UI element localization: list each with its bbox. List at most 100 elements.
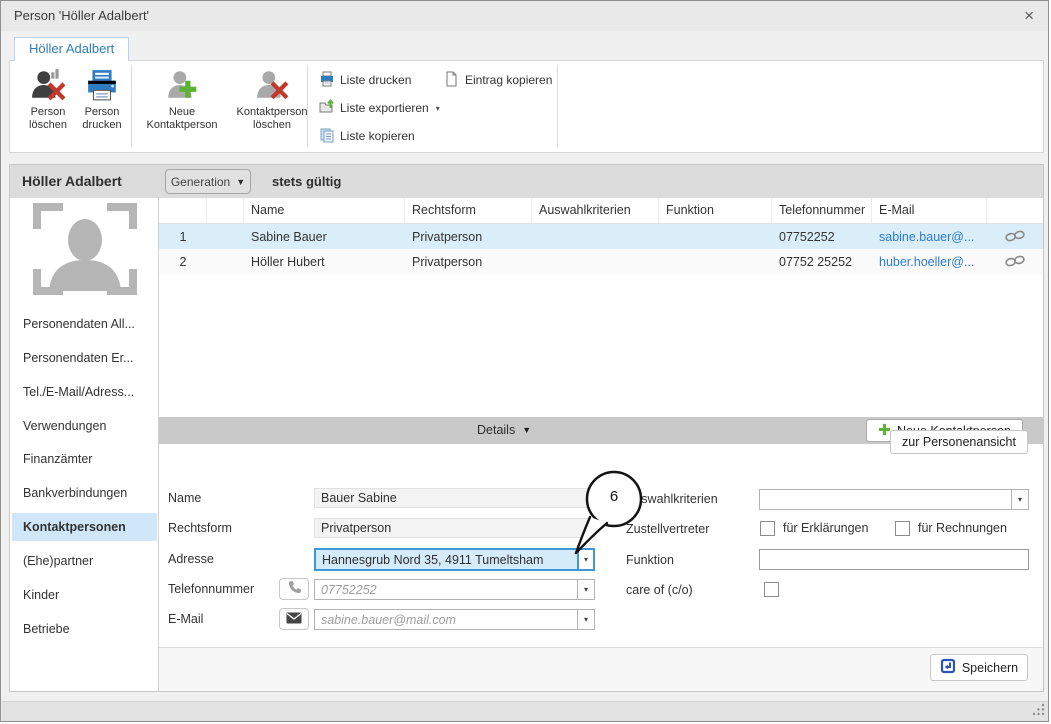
email-button[interactable]: [279, 608, 309, 630]
sidebar: Personendaten All... Personendaten Er...…: [10, 198, 159, 691]
liste-drucken-label: Liste drucken: [340, 73, 411, 87]
liste-drucken-button[interactable]: Liste drucken: [319, 69, 411, 91]
neue-kontaktperson-toolbar-label: Neue Kontaktperson: [141, 106, 223, 132]
content-area: Name Rechtsform Auswahlkriterien Funktio…: [159, 198, 1043, 691]
funktion-input[interactable]: [759, 549, 1029, 570]
column-header-email[interactable]: E-Mail: [872, 198, 987, 223]
person-loeschen-label: Person löschen: [22, 106, 74, 132]
fuer-erklaerungen-label: für Erklärungen: [783, 520, 868, 537]
zur-personenansicht-button[interactable]: zur Personenansicht: [890, 430, 1028, 454]
adresse-dropdown-button[interactable]: ▾: [577, 548, 595, 571]
adresse-input[interactable]: [314, 548, 577, 571]
sidebar-item-kontaktpersonen[interactable]: Kontaktpersonen: [12, 513, 157, 541]
close-icon[interactable]: ×: [1024, 4, 1034, 28]
adresse-label: Adresse: [168, 549, 214, 570]
table-row[interactable]: 1 Sabine Bauer Privatperson 07752252 sab…: [159, 224, 1043, 249]
person-drucken-label: Person drucken: [76, 106, 128, 132]
sidebar-item-personendaten-allgemein[interactable]: Personendaten All...: [12, 310, 157, 338]
copy-icon: [319, 127, 335, 146]
toolbar-separator: [557, 65, 558, 147]
cell-rechtsform: Privatperson: [405, 255, 532, 269]
funktion-label: Funktion: [626, 550, 674, 571]
sidebar-item-personendaten-erweitert[interactable]: Personendaten Er...: [12, 344, 157, 372]
record-header: Höller Adalbert Generation ▼ stets gülti…: [10, 165, 1043, 198]
auswahlkriterien-label: Auswahlkriterien: [626, 489, 718, 510]
telefonnummer-input[interactable]: [314, 579, 577, 600]
liste-kopieren-label: Liste kopieren: [340, 129, 415, 143]
table-header-row: Name Rechtsform Auswahlkriterien Funktio…: [159, 198, 1043, 224]
save-icon: [940, 658, 956, 677]
column-header-link[interactable]: [987, 198, 1043, 223]
toolbar-separator: [307, 65, 308, 147]
link-icon[interactable]: [987, 254, 1043, 270]
record-title: Höller Adalbert: [22, 165, 122, 198]
cell-name: Höller Hubert: [244, 255, 405, 269]
column-header-number[interactable]: [159, 198, 207, 223]
dialog-window: Person 'Höller Adalbert' × Höller Adalbe…: [0, 0, 1049, 722]
telefonnummer-dropdown-button[interactable]: ▾: [577, 579, 595, 600]
care-of-checkbox[interactable]: [764, 582, 779, 597]
cell-email-link[interactable]: sabine.bauer@...: [872, 230, 987, 244]
print-icon: [319, 71, 335, 90]
column-header-blank[interactable]: [207, 198, 244, 223]
page-copy-icon: [444, 71, 460, 90]
care-of-label: care of (c/o): [626, 580, 693, 601]
link-icon[interactable]: [987, 229, 1043, 245]
auswahlkriterien-dropdown-button[interactable]: ▾: [1011, 489, 1029, 510]
cell-name: Sabine Bauer: [244, 230, 405, 244]
kontaktperson-loeschen-button[interactable]: Kontaktperson löschen: [228, 66, 316, 148]
eintrag-kopieren-button[interactable]: Eintrag kopieren: [444, 69, 552, 91]
sidebar-item-bankverbindungen[interactable]: Bankverbindungen: [12, 479, 157, 507]
kontaktperson-loeschen-label: Kontaktperson löschen: [228, 106, 316, 132]
column-header-funktion[interactable]: Funktion: [659, 198, 772, 223]
ribbon-toolbar: Person löschen Person drucken: [9, 60, 1044, 153]
sidebar-item-verwendungen[interactable]: Verwendungen: [12, 412, 157, 440]
sidebar-item-finanzaemter[interactable]: Finanzämter: [12, 445, 157, 473]
column-header-rechtsform[interactable]: Rechtsform: [405, 198, 532, 223]
email-label: E-Mail: [168, 609, 203, 630]
contact-table: Name Rechtsform Auswahlkriterien Funktio…: [159, 198, 1043, 274]
email-dropdown-button[interactable]: ▾: [577, 609, 595, 630]
sidebar-item-ehepartner[interactable]: (Ehe)partner: [12, 547, 157, 575]
liste-exportieren-button[interactable]: Liste exportieren ▾: [319, 97, 440, 119]
auswahlkriterien-input[interactable]: [759, 489, 1011, 510]
avatar: [33, 203, 137, 298]
fuer-rechnungen-checkbox[interactable]: [895, 521, 910, 536]
zur-personenansicht-label: zur Personenansicht: [902, 435, 1016, 449]
email-input[interactable]: [314, 609, 577, 630]
column-header-telefonnummer[interactable]: Telefonnummer: [772, 198, 872, 223]
save-strip: Speichern: [159, 647, 1043, 691]
phone-button[interactable]: [279, 578, 309, 600]
title-bar: Person 'Höller Adalbert' ×: [1, 1, 1048, 31]
speichern-button[interactable]: Speichern: [930, 654, 1028, 681]
sidebar-item-betriebe[interactable]: Betriebe: [12, 615, 157, 643]
liste-kopieren-button[interactable]: Liste kopieren: [319, 125, 415, 147]
person-loeschen-button[interactable]: Person löschen: [22, 66, 74, 148]
table-row[interactable]: 2 Höller Hubert Privatperson 07752 25252…: [159, 249, 1043, 274]
column-header-name[interactable]: Name: [244, 198, 405, 223]
sidebar-item-kinder[interactable]: Kinder: [12, 581, 157, 609]
email-combo: ▾: [314, 609, 595, 630]
cell-email-link[interactable]: huber.hoeller@...: [872, 255, 987, 269]
envelope-icon: [286, 612, 302, 627]
person-delete-icon: [22, 68, 74, 105]
neue-kontaktperson-toolbar-button[interactable]: Neue Kontaktperson: [141, 66, 223, 148]
person-add-icon: [141, 68, 223, 105]
resize-grip[interactable]: [1032, 703, 1045, 719]
export-icon: [319, 99, 335, 118]
column-header-auswahlkriterien[interactable]: Auswahlkriterien: [532, 198, 659, 223]
tab-hoeller-adalbert[interactable]: Höller Adalbert: [14, 37, 129, 61]
window-title: Person 'Höller Adalbert': [14, 1, 149, 31]
person-drucken-button[interactable]: Person drucken: [76, 66, 128, 148]
caret-down-icon: ▼: [522, 417, 531, 444]
details-label: Details: [477, 417, 515, 444]
cell-telefonnummer: 07752252: [772, 230, 872, 244]
details-toggle[interactable]: Details ▼: [477, 417, 531, 444]
sidebar-item-tel-email-adresse[interactable]: Tel./E-Mail/Adress...: [12, 378, 157, 406]
row-number: 1: [159, 230, 207, 244]
generation-dropdown[interactable]: Generation ▼: [165, 169, 251, 194]
person-print-icon: [76, 68, 128, 105]
cell-rechtsform: Privatperson: [405, 230, 532, 244]
fuer-erklaerungen-checkbox[interactable]: [760, 521, 775, 536]
caret-down-icon: ▼: [236, 177, 245, 187]
